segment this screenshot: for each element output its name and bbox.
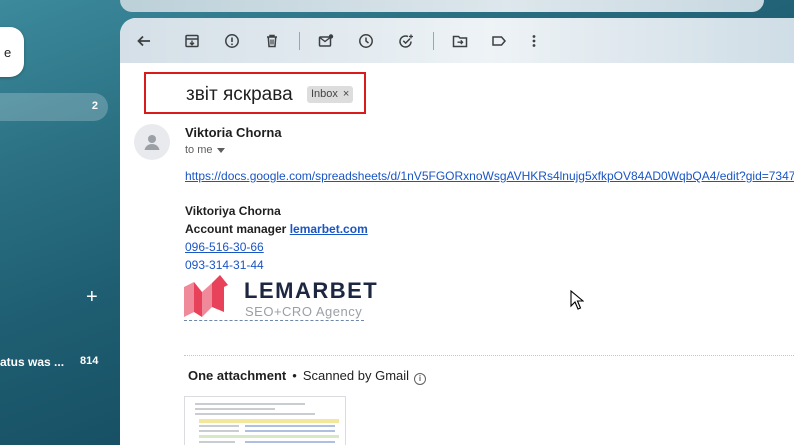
sidebar: e 2 + atus was ... 814	[0, 0, 120, 445]
spreadsheet-link[interactable]: https://docs.google.com/spreadsheets/d/1…	[185, 169, 794, 183]
sidebar-item-status[interactable]: atus was ... 814	[0, 353, 120, 371]
mouse-cursor-icon	[570, 290, 584, 310]
logo-subtitle: SEO+CRO Agency	[245, 304, 363, 319]
email-subject: звіт яскрава	[186, 84, 293, 105]
signature-role: Account manager lemarbet.com	[185, 222, 368, 236]
archive-icon[interactable]	[182, 31, 202, 51]
recipient-label: to me	[185, 144, 213, 156]
info-icon[interactable]: i	[414, 373, 427, 385]
sidebar-item-inbox[interactable]: 2	[0, 93, 108, 121]
label-icon[interactable]	[489, 31, 509, 51]
document-preview-icon	[195, 403, 339, 443]
scan-note: Scanned by Gmail	[302, 368, 410, 383]
snooze-icon[interactable]	[356, 31, 376, 51]
company-logo[interactable]: LEMARBET SEO+CRO Agency	[184, 273, 377, 321]
label-chip-text: Inbox	[311, 88, 338, 100]
report-spam-icon[interactable]	[222, 31, 242, 51]
add-task-icon[interactable]	[396, 31, 416, 51]
attachment-thumbnail[interactable]	[184, 396, 346, 445]
avatar[interactable]	[134, 124, 170, 160]
compose-label: e	[4, 45, 12, 60]
attachment-count: One attachment	[188, 368, 287, 383]
message-toolbar	[120, 18, 794, 63]
inbox-count-badge: 2	[91, 100, 98, 112]
signature-phone-2[interactable]: 093-314-31-44	[185, 258, 264, 272]
logo-mark-icon	[184, 275, 228, 317]
delete-icon[interactable]	[262, 31, 282, 51]
compose-button[interactable]: e	[0, 27, 24, 77]
toolbar-divider	[299, 32, 300, 50]
chevron-down-icon[interactable]	[216, 147, 225, 153]
remove-label-icon[interactable]: ×	[343, 88, 349, 100]
signature-site-link[interactable]: lemarbet.com	[290, 222, 368, 236]
signature-role-text: Account manager	[185, 222, 287, 236]
subject-highlight: звіт яскрава Inbox ×	[144, 72, 366, 114]
sidebar-item-label: atus was ...	[0, 355, 65, 369]
sender-name[interactable]: Viktoria Chorna	[185, 125, 282, 140]
more-icon[interactable]	[524, 31, 544, 51]
recipient-details[interactable]: to me	[185, 144, 225, 156]
sidebar-item-count: 814	[80, 355, 99, 367]
add-label-icon[interactable]: +	[86, 287, 98, 307]
message-view: звіт яскрава Inbox × Viktoria Chorna to m…	[120, 18, 794, 445]
mark-unread-icon[interactable]	[316, 31, 336, 51]
toolbar-divider	[433, 32, 434, 50]
logo-link-underline	[184, 320, 364, 321]
top-search-bar-edge	[120, 0, 764, 12]
logo-title: LEMARBET	[244, 278, 379, 303]
attachment-heading: One attachment • Scanned by Gmail i	[188, 368, 427, 385]
signature-phone-1[interactable]: 096-516-30-66	[185, 240, 264, 254]
attachment-divider	[184, 355, 794, 356]
label-chip-inbox[interactable]: Inbox ×	[307, 86, 354, 103]
move-to-icon[interactable]	[450, 31, 470, 51]
back-icon[interactable]	[134, 31, 154, 51]
signature-name: Viktoriya Chorna	[185, 204, 281, 218]
attachment-separator: •	[292, 368, 297, 383]
